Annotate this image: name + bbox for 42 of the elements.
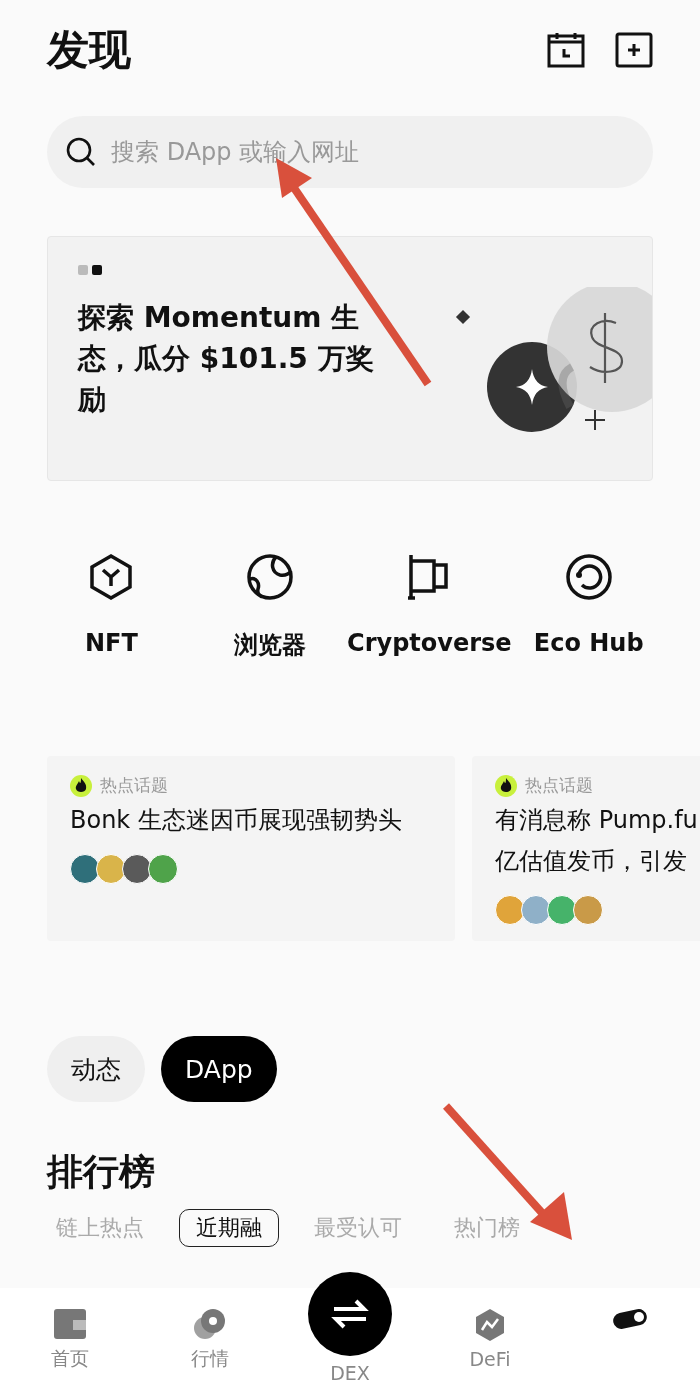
banner-title: 探索 Momentum 生态，瓜分 $101.5 万奖励 xyxy=(78,300,375,418)
token-avatar-icon xyxy=(96,854,126,884)
calendar-icon[interactable] xyxy=(547,32,585,68)
search-icon xyxy=(65,136,97,168)
flame-icon xyxy=(495,774,517,797)
add-icon[interactable] xyxy=(615,32,653,68)
token-avatar-icon xyxy=(495,895,525,925)
shortcut-button[interactable]: Cryptoverse xyxy=(349,553,510,661)
ring-icon xyxy=(564,553,613,601)
token-avatar-icon xyxy=(573,895,603,925)
search-field[interactable]: 搜索 DApp 或输入网址 xyxy=(47,116,653,188)
ranking-tab[interactable]: 近期融 xyxy=(179,1209,279,1247)
nav-tab[interactable]: 首页 xyxy=(30,1308,110,1372)
token-avatar-icon xyxy=(148,854,178,884)
topic-tag: 热点话题 xyxy=(525,774,593,797)
coins-icon xyxy=(193,1308,227,1340)
feed-tab[interactable]: 动态 xyxy=(47,1036,145,1102)
wallet-icon xyxy=(53,1308,87,1340)
nav-tab[interactable]: DeFi xyxy=(450,1308,530,1370)
token-avatar-icon xyxy=(70,854,100,884)
swap-icon xyxy=(330,1297,370,1331)
page-title: 发现 xyxy=(47,24,131,76)
chart-hexagon-icon xyxy=(473,1308,507,1342)
nav-label[interactable]: DEX xyxy=(330,1362,370,1384)
topic-tag: 热点话题 xyxy=(100,774,168,797)
promo-banner[interactable]: 探索 Momentum 生态，瓜分 $101.5 万奖励 xyxy=(47,236,653,481)
shortcut-button[interactable]: NFT xyxy=(32,553,191,661)
topic-title: 亿估值发币，引发 xyxy=(495,846,688,877)
globe-icon xyxy=(246,553,294,601)
token-avatar-icon xyxy=(122,854,152,884)
token-avatar-icon xyxy=(521,895,551,925)
topic-card[interactable]: 热点话题 Bonk 生态迷因币展现强韧势头 xyxy=(47,756,455,941)
topic-title: 有消息称 Pump.fu xyxy=(495,805,699,836)
section-title: 排行榜 xyxy=(47,1150,156,1194)
hexagon-icon xyxy=(88,553,135,601)
topic-title: Bonk 生态迷因币展现强韧势头 xyxy=(70,805,403,836)
feed-tab[interactable]: DApp xyxy=(161,1036,277,1102)
token-avatar-icon xyxy=(547,895,577,925)
nav-tab[interactable]: 行情 xyxy=(170,1308,250,1372)
topic-card[interactable]: 热点话题 有消息称 Pump.fu 亿估值发币，引发 xyxy=(472,756,700,941)
toggle-icon xyxy=(612,1308,648,1330)
flame-icon xyxy=(70,774,92,797)
